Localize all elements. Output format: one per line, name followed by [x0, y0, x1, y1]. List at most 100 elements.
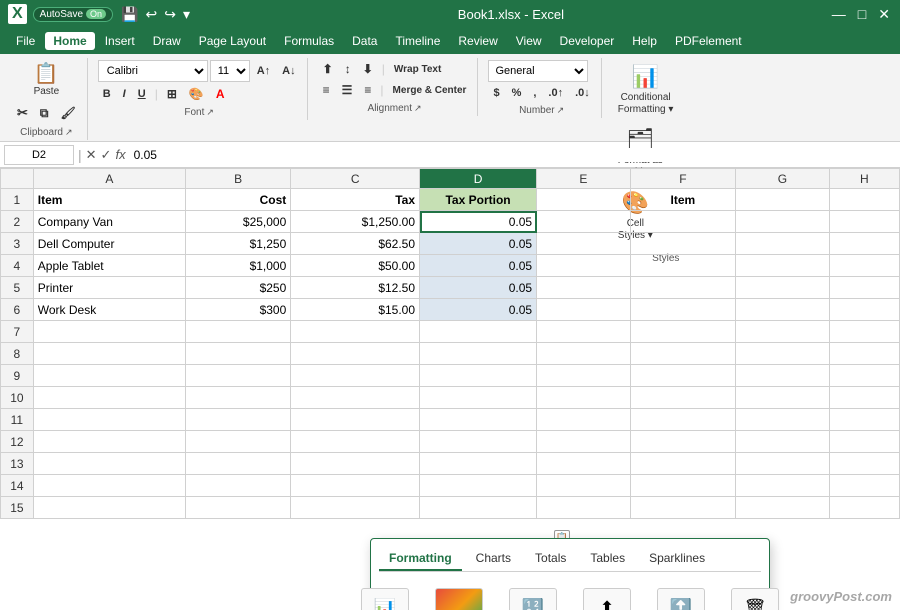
cell-10-0[interactable]	[33, 387, 185, 409]
cell-1-1[interactable]: Cost	[185, 189, 290, 211]
cell-reference-input[interactable]	[4, 145, 74, 165]
cell-4-2[interactable]: $50.00	[291, 255, 420, 277]
merge-center-button[interactable]: Merge & Center	[388, 83, 472, 98]
row-header-3[interactable]: 3	[1, 233, 34, 255]
clipboard-expand-icon[interactable]: ↗	[65, 127, 73, 138]
cell-11-6[interactable]	[736, 409, 830, 431]
cell-7-2[interactable]	[291, 321, 420, 343]
decrease-font-button[interactable]: A↓	[277, 63, 300, 79]
row-header-4[interactable]: 4	[1, 255, 34, 277]
cell-12-3[interactable]	[420, 431, 537, 453]
underline-button[interactable]: U	[133, 86, 151, 102]
cell-3-1[interactable]: $1,250	[185, 233, 290, 255]
number-expand-icon[interactable]: ↗	[557, 105, 565, 116]
cell-11-4[interactable]	[537, 409, 631, 431]
popup-tab-totals[interactable]: Totals	[525, 547, 576, 571]
popup-tab-tables[interactable]: Tables	[580, 547, 635, 571]
cell-12-1[interactable]	[185, 431, 290, 453]
comma-button[interactable]: ,	[528, 85, 541, 101]
currency-button[interactable]: $	[488, 85, 504, 101]
icon-set-item[interactable]: 🔢 Icon Set	[504, 588, 562, 610]
cell-11-1[interactable]	[185, 409, 290, 431]
cell-3-0[interactable]: Dell Computer	[33, 233, 185, 255]
cell-15-4[interactable]	[537, 497, 631, 519]
cell-4-4[interactable]	[537, 255, 631, 277]
cell-2-3[interactable]: 0.05	[420, 211, 537, 233]
save-button[interactable]: 💾	[119, 4, 140, 25]
cell-11-0[interactable]	[33, 409, 185, 431]
font-size-selector[interactable]: 11	[210, 60, 250, 82]
col-header-h[interactable]: H	[829, 169, 899, 189]
cell-5-4[interactable]	[537, 277, 631, 299]
cell-14-0[interactable]	[33, 475, 185, 497]
autosave-toggle[interactable]: AutoSave On	[33, 7, 113, 22]
cell-6-5[interactable]	[630, 299, 735, 321]
cell-1-6[interactable]	[736, 189, 830, 211]
align-bottom-button[interactable]: ⬇	[358, 60, 378, 78]
col-header-g[interactable]: G	[736, 169, 830, 189]
cell-13-4[interactable]	[537, 453, 631, 475]
cell-15-3[interactable]	[420, 497, 537, 519]
menu-insert[interactable]: Insert	[97, 32, 143, 50]
popup-tab-charts[interactable]: Charts	[466, 547, 521, 571]
cell-8-5[interactable]	[630, 343, 735, 365]
cell-13-3[interactable]	[420, 453, 537, 475]
font-expand-icon[interactable]: ↗	[206, 107, 214, 118]
cell-14-5[interactable]	[630, 475, 735, 497]
cut-button[interactable]: ✂	[12, 103, 33, 123]
cell-14-2[interactable]	[291, 475, 420, 497]
cell-8-3[interactable]	[420, 343, 537, 365]
cell-1-2[interactable]: Tax	[291, 189, 420, 211]
cell-5-2[interactable]: $12.50	[291, 277, 420, 299]
cell-14-7[interactable]	[829, 475, 899, 497]
borders-button[interactable]: ⊞	[162, 85, 182, 103]
cell-2-2[interactable]: $1,250.00	[291, 211, 420, 233]
row-header-15[interactable]: 15	[1, 497, 34, 519]
cell-9-7[interactable]	[829, 365, 899, 387]
format-painter-button[interactable]: 🖌	[55, 104, 80, 122]
cell-14-1[interactable]	[185, 475, 290, 497]
col-header-f[interactable]: F	[630, 169, 735, 189]
cell-9-0[interactable]	[33, 365, 185, 387]
menu-view[interactable]: View	[508, 32, 550, 50]
cell-12-5[interactable]	[630, 431, 735, 453]
col-header-b[interactable]: B	[185, 169, 290, 189]
copy-button[interactable]: ⧉	[35, 104, 54, 123]
cell-7-4[interactable]	[537, 321, 631, 343]
cell-6-7[interactable]	[829, 299, 899, 321]
menu-review[interactable]: Review	[450, 32, 505, 50]
align-middle-button[interactable]: ↕	[340, 60, 356, 78]
redo-button[interactable]: ↪	[162, 4, 178, 25]
cell-13-7[interactable]	[829, 453, 899, 475]
align-center-button[interactable]: ☰	[337, 81, 358, 99]
cell-13-0[interactable]	[33, 453, 185, 475]
cell-10-5[interactable]	[630, 387, 735, 409]
row-header-14[interactable]: 14	[1, 475, 34, 497]
row-header-6[interactable]: 6	[1, 299, 34, 321]
cell-11-5[interactable]	[630, 409, 735, 431]
cell-15-2[interactable]	[291, 497, 420, 519]
menu-page-layout[interactable]: Page Layout	[191, 32, 274, 50]
cell-15-1[interactable]	[185, 497, 290, 519]
paste-button[interactable]: 📋 Paste	[24, 60, 68, 101]
row-header-9[interactable]: 9	[1, 365, 34, 387]
cell-10-7[interactable]	[829, 387, 899, 409]
cell-7-7[interactable]	[829, 321, 899, 343]
undo-button[interactable]: ↩	[144, 4, 160, 25]
cell-4-3[interactable]: 0.05	[420, 255, 537, 277]
cell-5-3[interactable]: 0.05	[420, 277, 537, 299]
cell-3-7[interactable]	[829, 233, 899, 255]
menu-formulas[interactable]: Formulas	[276, 32, 342, 50]
conditional-formatting-button[interactable]: 📊 ConditionalFormatting ▾	[612, 60, 680, 120]
cell-5-7[interactable]	[829, 277, 899, 299]
row-header-7[interactable]: 7	[1, 321, 34, 343]
cell-12-2[interactable]	[291, 431, 420, 453]
cell-10-4[interactable]	[537, 387, 631, 409]
font-name-selector[interactable]: Calibri	[98, 60, 208, 82]
cell-14-6[interactable]	[736, 475, 830, 497]
row-header-10[interactable]: 10	[1, 387, 34, 409]
col-header-c[interactable]: C	[291, 169, 420, 189]
cell-3-5[interactable]	[630, 233, 735, 255]
col-header-e[interactable]: E	[537, 169, 631, 189]
color-scale-item[interactable]: Color...	[430, 588, 488, 610]
